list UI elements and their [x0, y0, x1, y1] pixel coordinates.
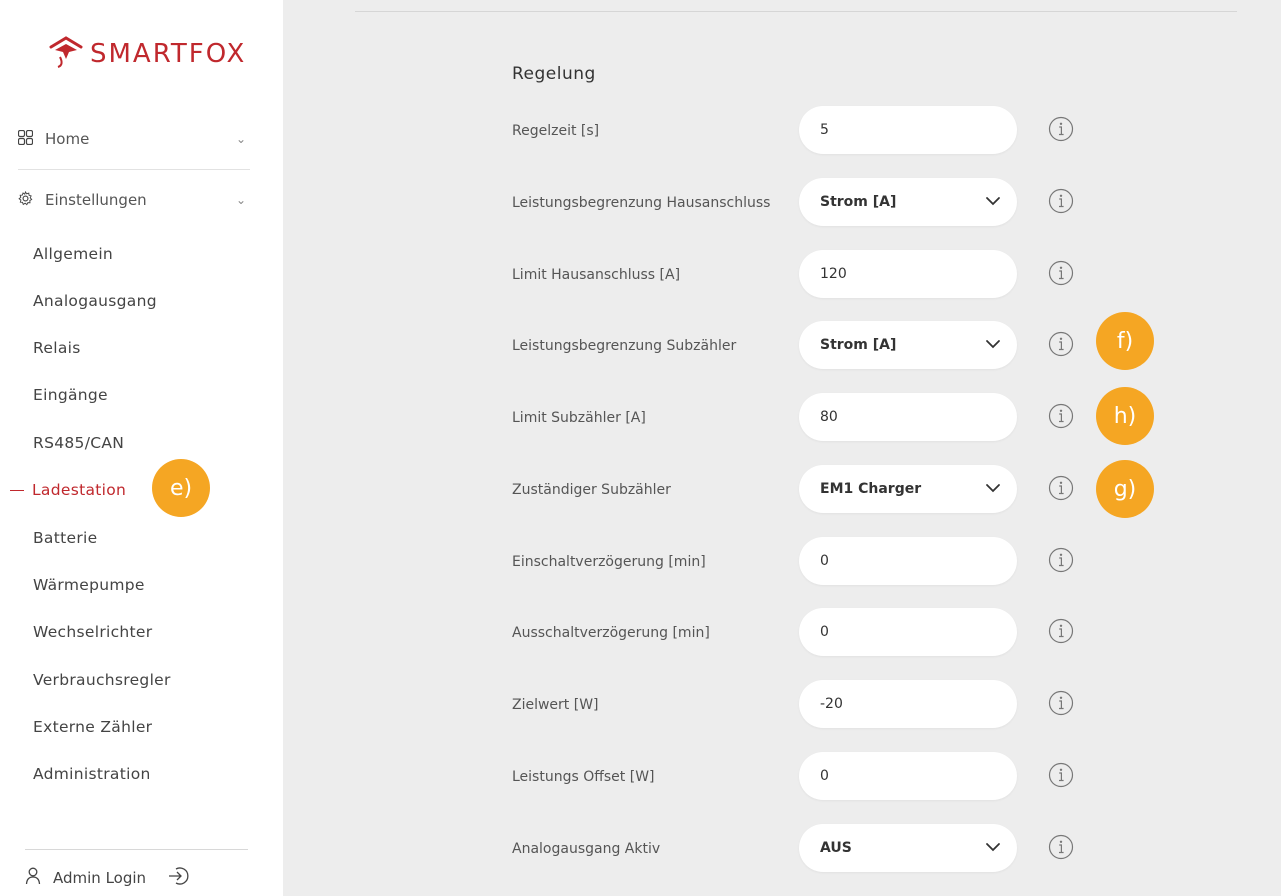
grid-icon	[17, 129, 34, 149]
form-row: Leistungsbegrenzung Hausanschluss Strom […	[512, 178, 1112, 228]
info-icon[interactable]	[1048, 690, 1074, 720]
field-value: AUS	[820, 840, 852, 856]
annotation-badge-g: g)	[1096, 460, 1154, 518]
text-input[interactable]: 0	[799, 752, 1017, 800]
info-icon[interactable]	[1048, 188, 1074, 218]
field-label: Ausschaltverzögerung [min]	[512, 625, 710, 641]
form-row: Einschaltverzögerung [min] 0	[512, 537, 1112, 587]
field-value: -20	[820, 696, 843, 712]
nav-settings-label: Einstellungen	[45, 191, 147, 209]
annotation-badge-h: h)	[1096, 387, 1154, 445]
info-icon[interactable]	[1048, 762, 1074, 792]
field-label: Leistungsbegrenzung Subzähler	[512, 338, 737, 354]
chevron-down-icon: ⌄	[235, 193, 246, 207]
text-input[interactable]: 0	[799, 537, 1017, 585]
user-icon	[25, 867, 41, 889]
text-input[interactable]: 5	[799, 106, 1017, 154]
info-icon[interactable]	[1048, 403, 1074, 433]
form-row: Analogausgang Aktiv AUS	[512, 824, 1112, 874]
nav-home[interactable]: Home ⌄	[17, 119, 250, 159]
field-label: Limit Subzähler [A]	[512, 410, 646, 426]
field-value: EM1 Charger	[820, 481, 922, 497]
annotation-badge-f: f)	[1096, 312, 1154, 370]
select-dropdown[interactable]: EM1 Charger	[799, 465, 1017, 513]
chevron-down-icon: ⌄	[235, 132, 246, 146]
chevron-down-icon	[985, 840, 1001, 856]
form-row: Limit Hausanschluss [A] 120	[512, 250, 1112, 300]
field-label: Einschaltverzögerung [min]	[512, 554, 706, 570]
sidebar-item-eingaenge[interactable]: Eingänge	[33, 386, 108, 404]
select-dropdown[interactable]: AUS	[799, 824, 1017, 872]
info-icon[interactable]	[1048, 618, 1074, 648]
logo-text: SMARTFOX	[90, 39, 247, 69]
field-value: Strom [A]	[820, 337, 897, 353]
info-icon[interactable]	[1048, 260, 1074, 290]
form-row: Ausschaltverzögerung [min] 0	[512, 608, 1112, 658]
form-row: Leistungs Offset [W] 0	[512, 752, 1112, 802]
form-row: Zuständiger Subzähler EM1 Charger	[512, 465, 1112, 515]
field-label: Zielwert [W]	[512, 697, 599, 713]
chevron-down-icon	[985, 481, 1001, 497]
field-label: Leistungsbegrenzung Hausanschluss	[512, 195, 771, 211]
field-label: Regelzeit [s]	[512, 123, 600, 139]
divider	[25, 849, 248, 850]
sidebar-item-relais[interactable]: Relais	[33, 339, 81, 357]
fox-logo-icon	[48, 35, 84, 73]
sidebar: SMARTFOX Home ⌄ Einstellungen ⌄ Allgemei…	[0, 0, 283, 896]
active-indicator	[10, 490, 24, 491]
text-input[interactable]: 80	[799, 393, 1017, 441]
text-input[interactable]: -20	[799, 680, 1017, 728]
sidebar-item-ladestation-label: Ladestation	[32, 481, 127, 499]
section-title: Regelung	[512, 64, 596, 84]
info-icon[interactable]	[1048, 331, 1074, 361]
gear-icon	[18, 190, 33, 210]
field-value: 0	[820, 768, 829, 784]
form-row: Limit Subzähler [A] 80	[512, 393, 1112, 443]
admin-login-label: Admin Login	[53, 869, 147, 887]
info-icon[interactable]	[1048, 547, 1074, 577]
annotation-badge-e: e)	[152, 459, 210, 517]
sidebar-item-analogausgang[interactable]: Analogausgang	[33, 292, 157, 310]
form-row: Leistungsbegrenzung Subzähler Strom [A]	[512, 321, 1112, 371]
form-row: Regelzeit [s] 5	[512, 106, 1112, 156]
sidebar-item-externe-zaehler[interactable]: Externe Zähler	[33, 718, 152, 736]
field-value: 120	[820, 266, 847, 282]
top-divider	[355, 11, 1237, 12]
sidebar-item-administration[interactable]: Administration	[33, 765, 151, 783]
field-label: Leistungs Offset [W]	[512, 769, 655, 785]
login-arrow-icon[interactable]	[168, 866, 190, 890]
field-label: Limit Hausanschluss [A]	[512, 267, 681, 283]
select-dropdown[interactable]: Strom [A]	[799, 178, 1017, 226]
info-icon[interactable]	[1048, 475, 1074, 505]
field-value: 0	[820, 624, 829, 640]
nav-settings[interactable]: Einstellungen ⌄	[18, 180, 250, 220]
sidebar-item-waermepumpe[interactable]: Wärmepumpe	[33, 576, 145, 594]
sidebar-item-allgemein[interactable]: Allgemein	[33, 245, 113, 263]
divider	[18, 169, 250, 170]
sidebar-item-batterie[interactable]: Batterie	[33, 529, 97, 547]
nav-home-label: Home	[45, 130, 90, 148]
text-input[interactable]: 0	[799, 608, 1017, 656]
field-value: Strom [A]	[820, 194, 897, 210]
info-icon[interactable]	[1048, 116, 1074, 146]
sidebar-item-wechselrichter[interactable]: Wechselrichter	[33, 623, 152, 641]
field-value: 80	[820, 409, 838, 425]
form-row: Zielwert [W] -20	[512, 680, 1112, 730]
chevron-down-icon	[985, 194, 1001, 210]
sidebar-item-ladestation[interactable]: Ladestation	[10, 481, 126, 499]
text-input[interactable]: 120	[799, 250, 1017, 298]
sidebar-item-rs485-can[interactable]: RS485/CAN	[33, 434, 124, 452]
info-icon[interactable]	[1048, 834, 1074, 864]
smartfox-logo[interactable]: SMARTFOX	[48, 30, 246, 78]
field-label: Analogausgang Aktiv	[512, 841, 661, 857]
sidebar-item-verbrauchsregler[interactable]: Verbrauchsregler	[33, 671, 171, 689]
field-label: Zuständiger Subzähler	[512, 482, 671, 498]
field-value: 0	[820, 553, 829, 569]
select-dropdown[interactable]: Strom [A]	[799, 321, 1017, 369]
admin-login-button[interactable]: Admin Login	[25, 866, 190, 890]
chevron-down-icon	[985, 337, 1001, 353]
field-value: 5	[820, 122, 829, 138]
